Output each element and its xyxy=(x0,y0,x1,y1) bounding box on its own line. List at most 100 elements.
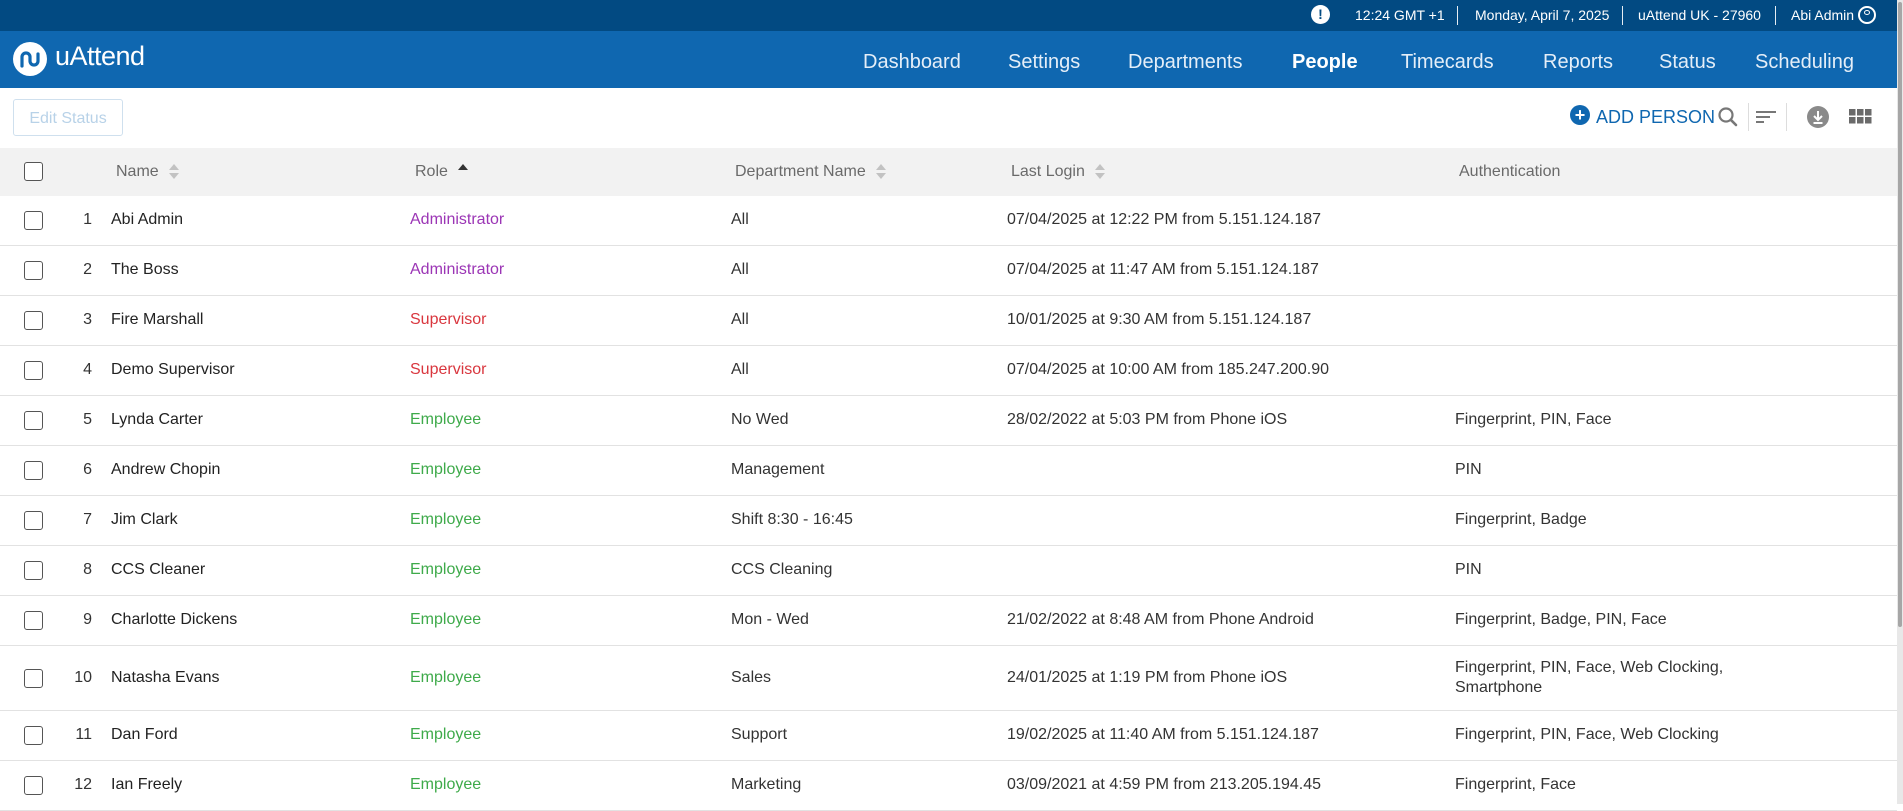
authentication-methods: Fingerprint, Badge xyxy=(1455,511,1587,528)
nav-scheduling[interactable]: Scheduling xyxy=(1755,31,1854,88)
table-row[interactable]: 2 The Boss Administrator All 07/04/2025 at 1… xyxy=(0,246,1897,296)
row-select-checkbox[interactable] xyxy=(24,461,43,480)
row-select-checkbox[interactable] xyxy=(24,726,43,745)
row-select-checkbox[interactable] xyxy=(24,261,43,280)
sort-ascending-icon xyxy=(457,163,468,180)
authentication-methods: PIN xyxy=(1455,561,1482,578)
table-row[interactable]: 11 Dan Ford Employee Support 19/02/2025 at 1… xyxy=(0,711,1897,761)
row-number: 6 xyxy=(83,461,92,478)
row-select-checkbox[interactable] xyxy=(24,561,43,580)
table-header: Name Role Department Name Last Login Aut… xyxy=(0,148,1897,196)
table-row[interactable]: 8 CCS Cleaner Employee CCS Cleaning PIN xyxy=(0,546,1897,596)
uattend-logo-icon[interactable] xyxy=(13,42,47,76)
select-all-checkbox[interactable] xyxy=(24,162,43,181)
search-icon[interactable] xyxy=(1715,104,1741,130)
toolbar-divider xyxy=(1786,103,1787,131)
table-row[interactable]: 6 Andrew Chopin Employee Management PIN xyxy=(0,446,1897,496)
table-row[interactable]: 9 Charlotte Dickens Employee Mon - Wed 21/02… xyxy=(0,596,1897,646)
role-label: Employee xyxy=(410,669,482,686)
row-select-checkbox[interactable] xyxy=(24,511,43,530)
sort-lines-icon[interactable] xyxy=(1753,104,1779,130)
column-header-name[interactable]: Name xyxy=(116,148,179,196)
column-header-last-login[interactable]: Last Login xyxy=(1011,148,1105,196)
authentication-methods: Fingerprint, PIN, Face xyxy=(1455,411,1612,428)
authentication-methods: Fingerprint, Face xyxy=(1455,776,1576,793)
nav-people[interactable]: People xyxy=(1292,31,1358,88)
scrollbar-thumb[interactable] xyxy=(1898,2,1902,627)
nav-dashboard[interactable]: Dashboard xyxy=(863,31,961,88)
row-number: 10 xyxy=(74,669,92,686)
toolbar-divider xyxy=(1748,103,1749,131)
person-name-link[interactable]: The Boss xyxy=(111,261,179,279)
authentication-methods: Fingerprint, PIN, Face, Web Clocking, xyxy=(1455,659,1724,676)
last-login-text: 03/09/2021 at 4:59 PM from 213.205.194.4… xyxy=(1007,776,1322,793)
edit-status-button[interactable]: Edit Status xyxy=(13,99,123,136)
role-label: Employee xyxy=(410,561,482,578)
table-row[interactable]: 4 Demo Supervisor Supervisor All 07/04/2025 … xyxy=(0,346,1897,396)
row-number: 2 xyxy=(83,261,92,278)
nav-status[interactable]: Status xyxy=(1659,31,1716,88)
row-number: 8 xyxy=(83,561,92,578)
authentication-methods: Fingerprint, PIN, Face, Web Clocking xyxy=(1455,726,1719,743)
add-person-button[interactable]: + ADD PERSON xyxy=(1570,102,1715,132)
nav-departments[interactable]: Departments xyxy=(1128,31,1243,88)
last-login-text: 21/02/2022 at 8:48 AM from Phone Android xyxy=(1007,611,1314,628)
row-number: 3 xyxy=(83,311,92,328)
person-name-link[interactable]: Charlotte Dickens xyxy=(111,611,237,629)
last-login-text: 07/04/2025 at 11:47 AM from 5.151.124.18… xyxy=(1007,261,1319,278)
column-label-name: Name xyxy=(116,163,159,180)
nav-reports[interactable]: Reports xyxy=(1543,31,1613,88)
table-row[interactable]: 7 Jim Clark Employee Shift 8:30 - 16:45 Fing… xyxy=(0,496,1897,546)
nav-settings[interactable]: Settings xyxy=(1008,31,1080,88)
download-icon[interactable] xyxy=(1805,104,1831,130)
person-name-link[interactable]: Natasha Evans xyxy=(111,669,220,687)
role-label: Employee xyxy=(410,611,482,628)
role-label: Employee xyxy=(410,776,482,793)
table-row[interactable]: 10 Natasha Evans Employee Sales 24/01/2025 a… xyxy=(0,646,1897,711)
department-name: Sales xyxy=(731,669,772,686)
current-time: 12:24 GMT +1 xyxy=(1355,7,1445,23)
department-name: Shift 8:30 - 16:45 xyxy=(731,511,853,528)
person-name-link[interactable]: Andrew Chopin xyxy=(111,461,220,479)
person-name-link[interactable]: Lynda Carter xyxy=(111,411,203,429)
row-select-checkbox[interactable] xyxy=(24,411,43,430)
department-name: Management xyxy=(731,461,825,478)
person-name-link[interactable]: Abi Admin xyxy=(111,211,183,229)
column-label-role: Role xyxy=(415,163,448,180)
role-label: Supervisor xyxy=(410,311,487,328)
row-select-checkbox[interactable] xyxy=(24,361,43,380)
person-name-link[interactable]: Ian Freely xyxy=(111,776,182,794)
department-name: Mon - Wed xyxy=(731,611,809,628)
person-name-link[interactable]: Dan Ford xyxy=(111,726,178,744)
vertical-scrollbar[interactable] xyxy=(1897,0,1903,804)
column-header-role[interactable]: Role xyxy=(415,148,468,196)
last-login-text: 28/02/2022 at 5:03 PM from Phone iOS xyxy=(1007,411,1288,428)
person-name-link[interactable]: Fire Marshall xyxy=(111,311,203,329)
last-login-text: 07/04/2025 at 12:22 PM from 5.151.124.18… xyxy=(1007,211,1322,228)
role-label: Employee xyxy=(410,511,482,528)
grid-view-icon[interactable] xyxy=(1847,104,1873,130)
user-account-icon[interactable] xyxy=(1858,6,1876,24)
row-number: 11 xyxy=(75,726,92,743)
row-select-checkbox[interactable] xyxy=(24,211,43,230)
person-name-link[interactable]: Demo Supervisor xyxy=(111,361,235,379)
row-select-checkbox[interactable] xyxy=(24,669,43,688)
table-row[interactable]: 1 Abi Admin Administrator All 07/04/2025 at … xyxy=(0,196,1897,246)
add-circle-icon: + xyxy=(1570,105,1590,125)
authentication-methods-continued: Smartphone xyxy=(1455,679,1543,696)
table-row[interactable]: 3 Fire Marshall Supervisor All 10/01/2025 at… xyxy=(0,296,1897,346)
column-label-department: Department Name xyxy=(735,163,866,180)
row-select-checkbox[interactable] xyxy=(24,611,43,630)
person-name-link[interactable]: CCS Cleaner xyxy=(111,561,205,579)
row-select-checkbox[interactable] xyxy=(24,311,43,330)
column-header-department[interactable]: Department Name xyxy=(735,148,886,196)
table-row[interactable]: 5 Lynda Carter Employee No Wed 28/02/2022 at… xyxy=(0,396,1897,446)
role-label: Employee xyxy=(410,461,482,478)
logo-text[interactable]: uAttend xyxy=(55,41,145,72)
department-name: All xyxy=(731,311,749,328)
row-select-checkbox[interactable] xyxy=(24,776,43,795)
alert-icon[interactable]: ! xyxy=(1311,5,1330,24)
user-menu-name[interactable]: Abi Admin xyxy=(1791,0,1854,31)
person-name-link[interactable]: Jim Clark xyxy=(111,511,178,529)
nav-timecards[interactable]: Timecards xyxy=(1401,31,1494,88)
